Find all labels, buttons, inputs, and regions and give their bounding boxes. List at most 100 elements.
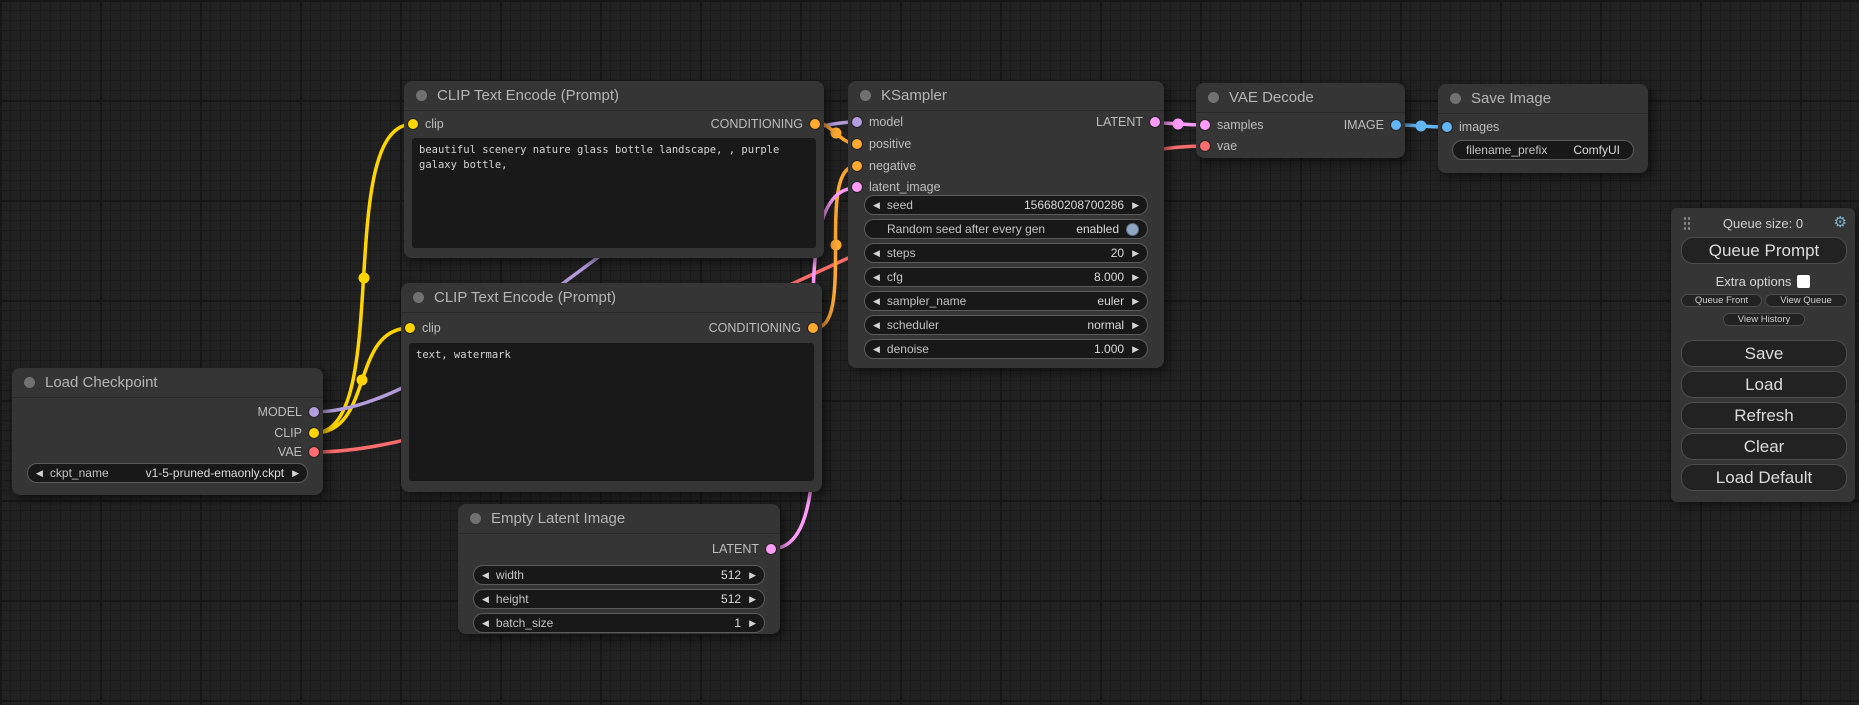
denoise-widget[interactable]: ◀ denoise 1.000 ▶ [864, 339, 1148, 359]
next-arrow-icon[interactable]: ▶ [749, 571, 756, 580]
prev-arrow-icon[interactable]: ◀ [873, 345, 880, 354]
next-arrow-icon[interactable]: ▶ [1132, 249, 1139, 258]
collapse-dot-icon[interactable] [413, 292, 424, 303]
output-slot-clip: CLIP [274, 423, 323, 443]
load-button[interactable]: Load [1681, 371, 1847, 398]
widget-value: 1 [734, 616, 741, 630]
prev-arrow-icon[interactable]: ◀ [873, 249, 880, 258]
widget-value: 156680208700286 [1024, 198, 1124, 212]
next-arrow-icon[interactable]: ▶ [1132, 297, 1139, 306]
node-title-bar[interactable]: CLIP Text Encode (Prompt) [404, 81, 824, 111]
next-arrow-icon[interactable]: ▶ [292, 469, 299, 478]
collapse-dot-icon[interactable] [1450, 93, 1461, 104]
seed-widget[interactable]: ◀ seed 156680208700286 ▶ [864, 195, 1148, 215]
clear-button[interactable]: Clear [1681, 433, 1847, 460]
extra-options-checkbox[interactable] [1797, 275, 1810, 288]
filename-prefix-widget[interactable]: filename_prefix ComfyUI [1452, 140, 1634, 160]
model-input-dot[interactable] [852, 117, 862, 127]
vae-output-dot[interactable] [309, 447, 319, 457]
view-history-button[interactable]: View History [1723, 313, 1805, 326]
slot-label: MODEL [258, 405, 302, 419]
prev-arrow-icon[interactable]: ◀ [873, 321, 880, 330]
random-seed-toggle-widget[interactable]: Random seed after every gen enabled [864, 219, 1148, 239]
clip-input-dot[interactable] [405, 323, 415, 333]
collapse-dot-icon[interactable] [860, 90, 871, 101]
batch-size-widget[interactable]: ◀ batch_size 1 ▶ [473, 613, 765, 633]
latent-output-dot[interactable] [1150, 117, 1160, 127]
output-slot-vae: VAE [278, 442, 323, 462]
images-input-dot[interactable] [1442, 122, 1452, 132]
node-title-bar[interactable]: Empty Latent Image [458, 504, 780, 534]
latent-image-input-dot[interactable] [852, 182, 862, 192]
collapse-dot-icon[interactable] [24, 377, 35, 388]
clip-input-dot[interactable] [408, 119, 418, 129]
negative-input-dot[interactable] [852, 161, 862, 171]
prev-arrow-icon[interactable]: ◀ [482, 595, 489, 604]
next-arrow-icon[interactable]: ▶ [1132, 345, 1139, 354]
prev-arrow-icon[interactable]: ◀ [36, 469, 43, 478]
positive-input-dot[interactable] [852, 139, 862, 149]
model-output-dot[interactable] [309, 407, 319, 417]
node-title-bar[interactable]: KSampler [848, 81, 1164, 111]
height-widget[interactable]: ◀ height 512 ▶ [473, 589, 765, 609]
image-output-dot[interactable] [1391, 120, 1401, 130]
node-title-bar[interactable]: Load Checkpoint [12, 368, 323, 398]
input-slot-negative: negative [848, 156, 916, 176]
node-title-bar[interactable]: VAE Decode [1196, 83, 1405, 113]
gear-icon[interactable]: ⚙ [1834, 213, 1847, 231]
node-title-bar[interactable]: Save Image [1438, 84, 1648, 114]
next-arrow-icon[interactable]: ▶ [749, 595, 756, 604]
width-widget[interactable]: ◀ width 512 ▶ [473, 565, 765, 585]
latent-output-dot[interactable] [766, 544, 776, 554]
widget-label: seed [887, 198, 913, 212]
cfg-widget[interactable]: ◀ cfg 8.000 ▶ [864, 267, 1148, 287]
node-empty-latent-image[interactable]: Empty Latent Image LATENT ◀ width 512 ▶ … [458, 504, 780, 634]
prev-arrow-icon[interactable]: ◀ [873, 201, 880, 210]
clip-output-dot[interactable] [309, 428, 319, 438]
sampler-name-widget[interactable]: ◀ sampler_name euler ▶ [864, 291, 1148, 311]
refresh-button[interactable]: Refresh [1681, 402, 1847, 429]
next-arrow-icon[interactable]: ▶ [1132, 201, 1139, 210]
widget-label: cfg [887, 270, 903, 284]
node-title: VAE Decode [1229, 89, 1314, 106]
conditioning-output-dot[interactable] [810, 119, 820, 129]
vae-input-dot[interactable] [1200, 141, 1210, 151]
node-vae-decode[interactable]: VAE Decode samples vae IMAGE [1196, 83, 1405, 158]
save-button[interactable]: Save [1681, 340, 1847, 367]
load-default-button[interactable]: Load Default [1681, 464, 1847, 491]
collapse-dot-icon[interactable] [1208, 92, 1219, 103]
node-title-bar[interactable]: CLIP Text Encode (Prompt) [401, 283, 822, 313]
prev-arrow-icon[interactable]: ◀ [873, 273, 880, 282]
next-arrow-icon[interactable]: ▶ [1132, 273, 1139, 282]
queue-front-button[interactable]: Queue Front [1681, 294, 1762, 307]
toggle-enabled-icon[interactable] [1126, 223, 1139, 236]
slot-label: CLIP [274, 426, 302, 440]
collapse-dot-icon[interactable] [416, 90, 427, 101]
samples-input-dot[interactable] [1200, 120, 1210, 130]
node-ksampler[interactable]: KSampler model positive negative latent_… [848, 81, 1164, 368]
node-save-image[interactable]: Save Image images filename_prefix ComfyU… [1438, 84, 1648, 173]
comfyui-canvas[interactable]: { "app": {"name_hint": "node graph edito… [0, 0, 1859, 705]
collapse-dot-icon[interactable] [470, 513, 481, 524]
next-arrow-icon[interactable]: ▶ [1132, 321, 1139, 330]
node-clip-encode-positive[interactable]: CLIP Text Encode (Prompt) clip CONDITION… [404, 81, 824, 258]
steps-widget[interactable]: ◀ steps 20 ▶ [864, 243, 1148, 263]
positive-prompt-textarea[interactable]: beautiful scenery nature glass bottle la… [412, 138, 816, 248]
negative-prompt-textarea[interactable]: text, watermark [409, 343, 814, 481]
conditioning-output-dot[interactable] [808, 323, 818, 333]
view-queue-button[interactable]: View Queue [1765, 294, 1847, 307]
widget-label: width [496, 568, 524, 582]
next-arrow-icon[interactable]: ▶ [749, 619, 756, 628]
extra-options-row: Extra options [1671, 274, 1855, 289]
scheduler-widget[interactable]: ◀ scheduler normal ▶ [864, 315, 1148, 335]
output-slot-conditioning: CONDITIONING [711, 114, 824, 134]
node-load-checkpoint[interactable]: Load Checkpoint MODEL CLIP VAE ◀ ckpt_na… [12, 368, 323, 495]
prev-arrow-icon[interactable]: ◀ [482, 571, 489, 580]
ckpt-name-widget[interactable]: ◀ ckpt_name v1-5-pruned-emaonly.ckpt ▶ [27, 463, 308, 483]
prev-arrow-icon[interactable]: ◀ [873, 297, 880, 306]
prev-arrow-icon[interactable]: ◀ [482, 619, 489, 628]
widget-label: batch_size [496, 616, 553, 630]
slot-label: LATENT [712, 542, 759, 556]
node-clip-encode-negative[interactable]: CLIP Text Encode (Prompt) clip CONDITION… [401, 283, 822, 492]
queue-prompt-button[interactable]: Queue Prompt [1681, 237, 1847, 264]
